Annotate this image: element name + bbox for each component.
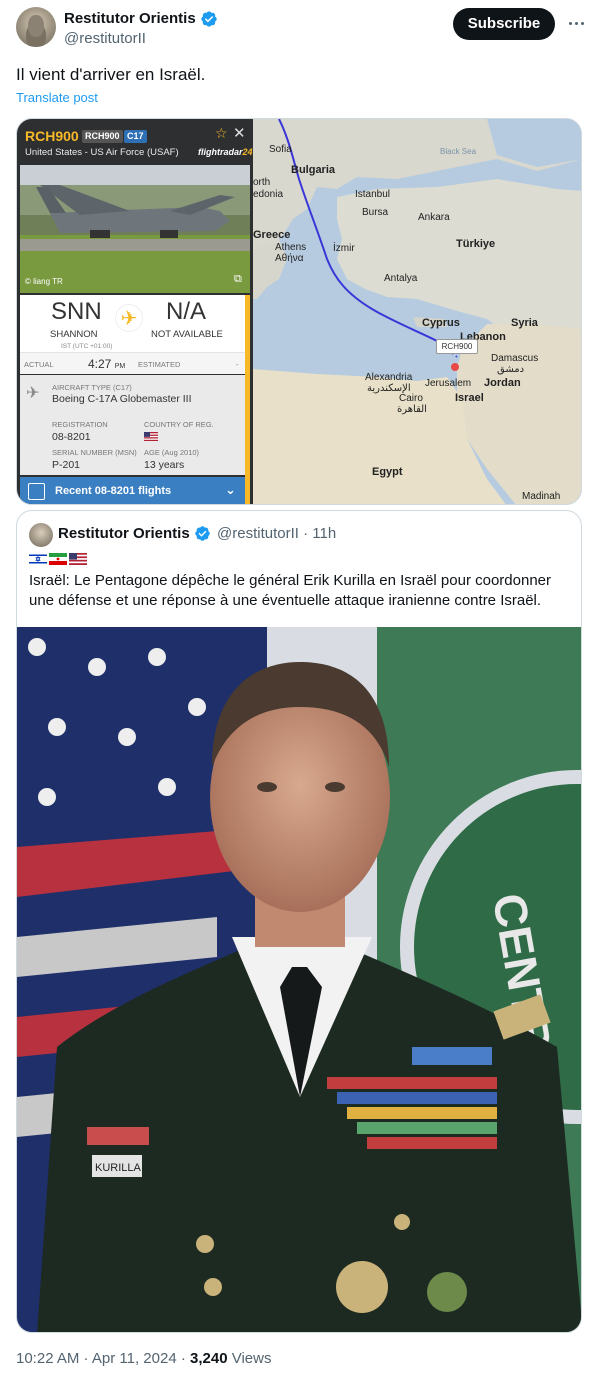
map-label-egypt: Egypt xyxy=(372,466,403,478)
israel-flag-icon xyxy=(29,553,47,565)
aircraft-type-label: AIRCRAFT TYPE (C17) xyxy=(52,383,132,392)
flight-callsign: RCH900 xyxy=(25,128,79,144)
iran-flag-icon xyxy=(49,553,67,565)
close-icon[interactable]: ✕ xyxy=(233,124,246,142)
map-label-cyprus: Cyprus xyxy=(422,317,460,329)
actual-time: 4:27 PM xyxy=(88,357,126,371)
map-label-turkiye: Türkiye xyxy=(456,238,496,250)
verified-badge-icon xyxy=(201,11,217,27)
age-value: 13 years xyxy=(144,459,185,471)
map-label-izmir: İzmir xyxy=(333,243,355,254)
serial-value: P-201 xyxy=(52,459,81,471)
translate-post-link[interactable]: Translate post xyxy=(16,90,98,105)
map-label-black-sea: Black Sea xyxy=(440,147,477,156)
flight-operator: United States - US Air Force (USAF) xyxy=(25,147,179,158)
aircraft-icon: ✈ xyxy=(26,385,40,402)
destination-city: NOT AVAILABLE xyxy=(151,329,223,340)
estimated-label: ESTIMATED xyxy=(138,360,181,369)
map-label-greece: Greece xyxy=(253,229,291,241)
more-options-icon[interactable] xyxy=(564,11,588,35)
map-label-sofia: Sofia xyxy=(269,144,292,155)
route-box: SNN SHANNON IST (UTC +01:00) ✈ N/A NOT A… xyxy=(20,295,245,374)
flightradar-logo: flightradar24 xyxy=(198,147,253,157)
map-label-israel: Israel xyxy=(455,392,484,404)
photo-credit: © liang TR xyxy=(25,277,63,286)
map-label-syria: Syria xyxy=(511,317,538,329)
map-label-athens-gr: Αθήνα xyxy=(275,253,304,264)
destination-code: N/A xyxy=(166,298,207,325)
aircraft-details: ✈ AIRCRAFT TYPE (C17) Boeing C-17A Globe… xyxy=(20,375,245,475)
recent-flights-button[interactable]: Recent 08-8201 flights ⌄ xyxy=(20,477,245,504)
serial-label: SERIAL NUMBER (MSN) xyxy=(52,448,137,457)
tweet-text: Il vient d'arriver en Israël. xyxy=(16,65,206,84)
tweet-meta: 10:22 AM · Apr 11, 2024 · 3,240 Views xyxy=(16,1350,271,1367)
map-label-cairo-ar: القاهرة xyxy=(397,404,427,415)
author-name-row[interactable]: Restitutor Orientis xyxy=(64,9,218,29)
author-display-name[interactable]: Restitutor Orientis xyxy=(64,9,196,29)
external-link-icon[interactable]: ⧉ xyxy=(234,273,242,286)
map-label-damascus-ar: دمشق xyxy=(497,364,525,375)
map-label-bulgaria: Bulgaria xyxy=(291,164,336,176)
quoted-author-display-name[interactable]: Restitutor Orientis xyxy=(58,525,190,542)
registration-value: 08-8201 xyxy=(52,431,91,443)
recent-flights-label: Recent 08-8201 flights xyxy=(55,485,172,497)
map-label-jordan: Jordan xyxy=(484,377,521,389)
map-label-antalya: Antalya xyxy=(384,273,418,284)
age-label: AGE (Aug 2010) xyxy=(144,448,200,457)
calendar-icon xyxy=(28,483,45,500)
map-label-bursa: Bursa xyxy=(362,207,389,218)
status-bar xyxy=(245,295,250,504)
time-row: ACTUAL 4:27 PM ESTIMATED - xyxy=(20,352,245,374)
map-label-cairo: Cairo xyxy=(399,393,423,404)
quoted-author-avatar[interactable] xyxy=(29,523,53,547)
general-portrait-photo[interactable]: CENTR KURILLA xyxy=(17,627,581,1332)
us-flag-icon xyxy=(69,553,87,565)
views-count: 3,240 xyxy=(190,1350,228,1367)
map-label-damascus: Damascus xyxy=(491,353,539,364)
type-badge: C17 xyxy=(124,130,147,143)
country-label: COUNTRY OF REG. xyxy=(144,420,214,429)
map-label-north: orth xyxy=(253,177,271,188)
airplane-icon: ✈ xyxy=(115,304,143,332)
tweet-timestamp[interactable]: 10:22 AM · Apr 11, 2024 · xyxy=(16,1350,190,1367)
quoted-author-name-row[interactable]: Restitutor Orientis xyxy=(58,525,211,542)
aircraft-photo-image xyxy=(20,165,250,293)
subscribe-button[interactable]: Subscribe xyxy=(453,8,555,40)
origin-code: SNN xyxy=(51,298,102,325)
map-label-istanbul: Istanbul xyxy=(355,189,391,200)
map-label-athens: Athens xyxy=(275,242,307,253)
portrait-image: CENTR KURILLA xyxy=(17,627,581,1332)
actual-label: ACTUAL xyxy=(24,360,54,369)
star-icon[interactable]: ☆ xyxy=(215,125,228,142)
flag-emojis xyxy=(29,553,87,565)
views-label: Views xyxy=(227,1350,272,1367)
aircraft-photo[interactable]: © liang TR ⧉ xyxy=(20,165,250,293)
registration-badge: RCH900 xyxy=(82,130,123,143)
quoted-tweet-text: Israël: Le Pentagone dépêche le général … xyxy=(29,572,551,609)
quoted-author-handle-time[interactable]: @restitutorII · 11h xyxy=(217,525,336,542)
map-label-alexandria: Alexandria xyxy=(365,372,413,383)
quoted-tweet[interactable]: Restitutor Orientis @restitutorII · 11h … xyxy=(16,510,582,1333)
origin-city: SHANNON xyxy=(50,329,98,340)
chevron-down-icon: ⌄ xyxy=(225,482,236,497)
map-label-jerusalem: Jerusalem xyxy=(425,378,472,389)
verified-badge-icon xyxy=(194,526,210,541)
origin-timezone: IST (UTC +01:00) xyxy=(61,343,113,350)
map-label-madinah: Madinah xyxy=(522,491,561,502)
aircraft-type: Boeing C-17A Globemaster III xyxy=(52,393,192,405)
flightradar-screenshot[interactable]: Sofia Bulgaria orth edonia Black Sea Ist… xyxy=(16,118,582,505)
map-label-macedonia: edonia xyxy=(253,189,284,200)
tweet-header: Restitutor Orientis @restitutorII Subscr… xyxy=(16,7,586,51)
author-avatar[interactable] xyxy=(16,7,56,47)
us-flag-icon xyxy=(144,432,158,441)
registration-label: REGISTRATION xyxy=(52,420,108,429)
flight-info-panel: RCH900 RCH900 C17 ☆ ✕ United States - US… xyxy=(17,119,253,504)
estimated-value: - xyxy=(236,360,239,369)
map-plane-marker-label[interactable]: RCH900 xyxy=(436,339,478,354)
author-handle[interactable]: @restitutorII xyxy=(64,29,146,49)
map-label-ankara: Ankara xyxy=(418,212,450,223)
nameplate-text: KURILLA xyxy=(95,1162,142,1174)
